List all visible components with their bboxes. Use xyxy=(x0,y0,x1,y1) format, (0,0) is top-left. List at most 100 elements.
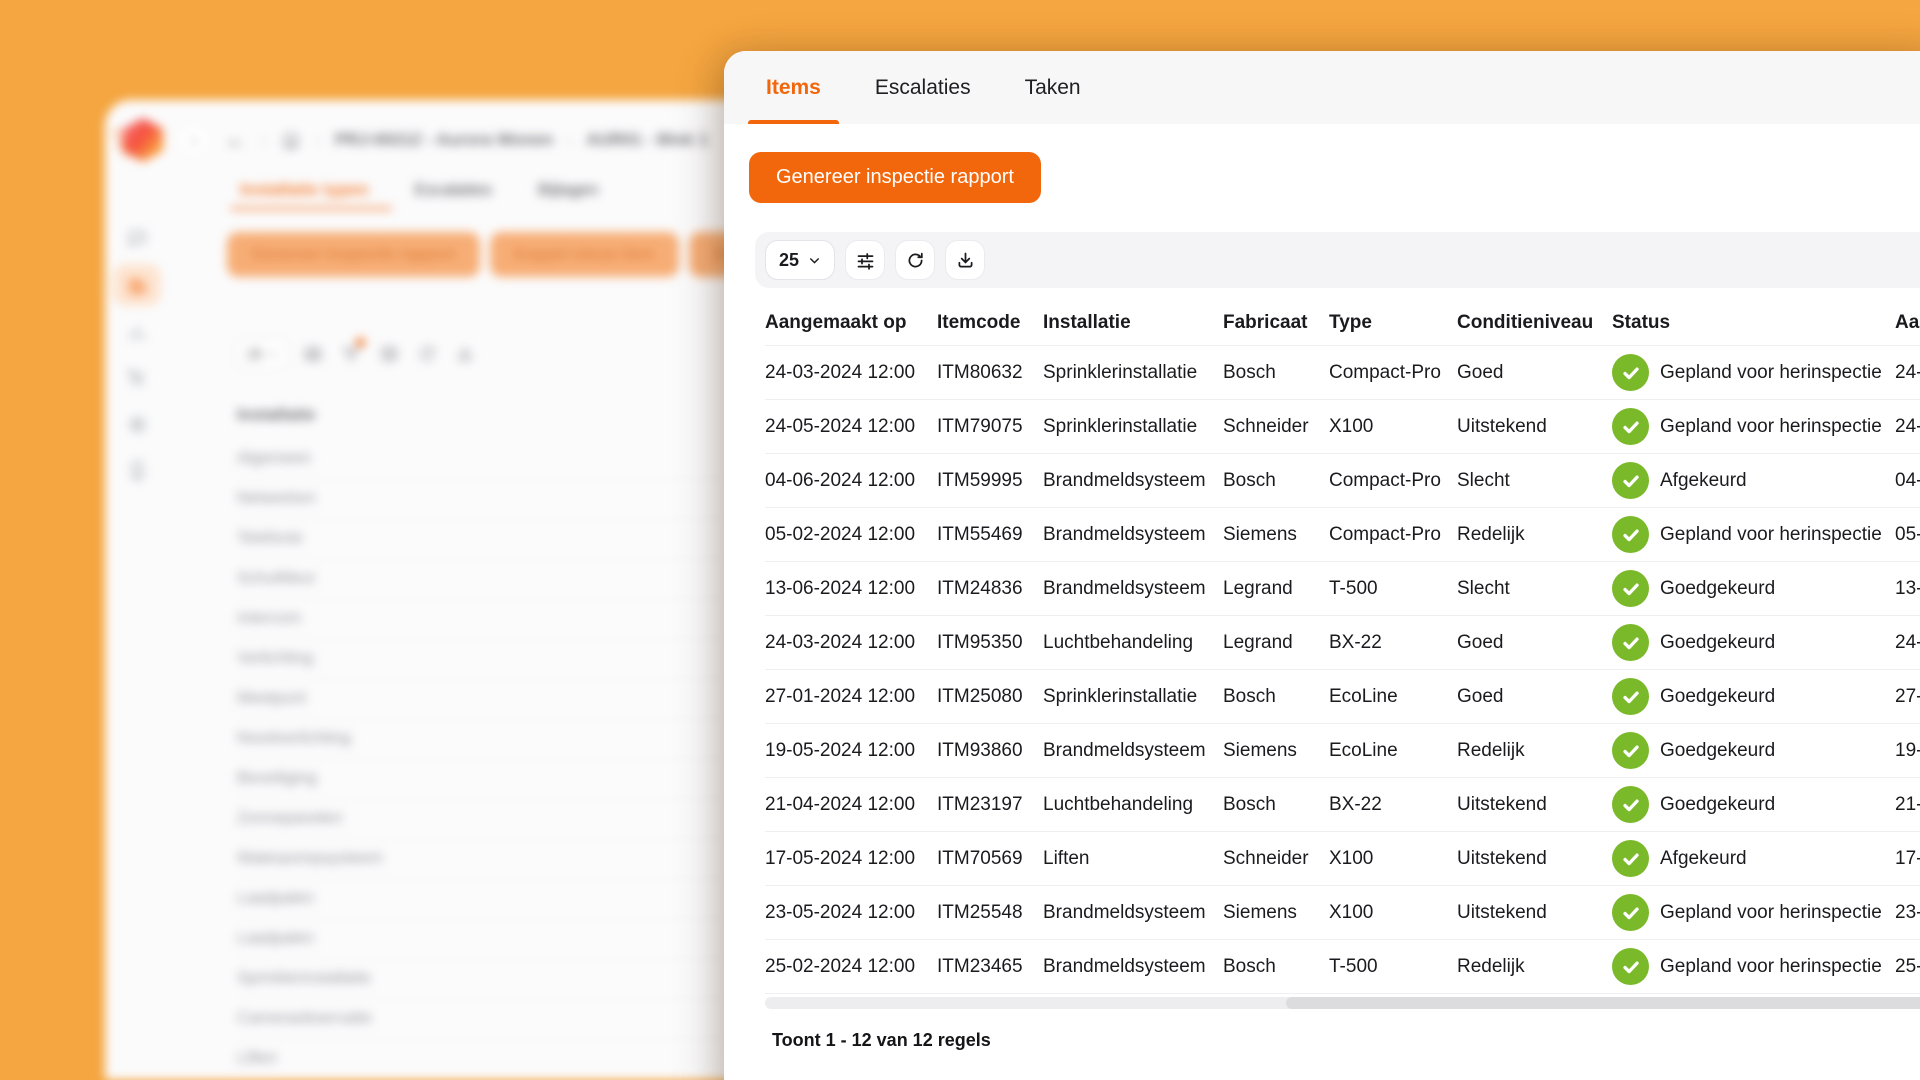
column-header[interactable]: Type xyxy=(1329,312,1457,334)
app-header: › ← › › PRJ-0021Z - Aurora Wonen › AUR01… xyxy=(115,112,708,168)
tab-taken[interactable]: Taken xyxy=(1007,51,1099,124)
table-cell: T-500 xyxy=(1329,956,1457,978)
table-cell: 24-03-2024 12:00 xyxy=(765,362,937,384)
breadcrumb-separator: › xyxy=(567,132,572,149)
gear-icon[interactable] xyxy=(115,404,159,444)
table-cell: Bosch xyxy=(1223,470,1329,492)
buildings-icon[interactable] xyxy=(113,264,161,306)
list-item[interactable]: Beveiliging xyxy=(237,758,757,798)
list-item[interactable]: Noodverlichting xyxy=(237,718,757,758)
table-cell: ITM95350 xyxy=(937,632,1043,654)
table-cell: Redelijk xyxy=(1457,524,1612,546)
genereer-inspectie-rapport-button[interactable]: Genereer inspectie rapport xyxy=(227,232,480,277)
list-item[interactable]: Zonnepanelen xyxy=(237,798,757,838)
table-cell: 24-05-2024 12:00 xyxy=(765,416,937,438)
chart-icon[interactable] xyxy=(115,312,159,352)
koppel-nieuw-item-button[interactable]: Koppel nieuw item xyxy=(490,232,679,277)
column-header[interactable]: Installatie xyxy=(1043,312,1223,334)
app-sidebar xyxy=(105,218,169,490)
scrollbar-thumb[interactable] xyxy=(1286,997,1920,1009)
table-row[interactable]: 24-03-2024 12:00ITM80632Sprinklerinstall… xyxy=(765,346,1920,400)
breadcrumb-project[interactable]: PRJ-0021Z - Aurora Wonen xyxy=(335,130,553,150)
sidebar-collapse-button[interactable]: › xyxy=(177,123,211,157)
status-label: Goedgekeurd xyxy=(1660,686,1775,708)
tab-escalaties[interactable]: Escalaties xyxy=(414,180,491,210)
table-cell: BX-22 xyxy=(1329,632,1457,654)
download-icon[interactable] xyxy=(945,240,985,280)
list-item[interactable]: Netwerken xyxy=(237,478,757,518)
filter-sliders-icon[interactable] xyxy=(845,240,885,280)
table-cell: 21- xyxy=(1895,794,1920,816)
table-cell: Bosch xyxy=(1223,686,1329,708)
table-cell: X100 xyxy=(1329,848,1457,870)
table-cell: ITM23465 xyxy=(937,956,1043,978)
list-item[interactable]: Sprinklerinstallatie xyxy=(237,958,757,998)
status-cell: Goedgekeurd xyxy=(1612,678,1895,715)
table-row[interactable]: 24-05-2024 12:00ITM79075Sprinklerinstall… xyxy=(765,400,1920,454)
table-row[interactable]: 19-05-2024 12:00ITM93860Brandmeldsysteem… xyxy=(765,724,1920,778)
column-header[interactable]: Status xyxy=(1612,312,1895,334)
list-item[interactable]: Intercom xyxy=(237,598,757,638)
column-header[interactable]: Itemcode xyxy=(937,312,1043,334)
refresh-icon[interactable] xyxy=(895,240,935,280)
list-item[interactable]: Schuifdeur xyxy=(237,558,757,598)
table-row[interactable]: 27-01-2024 12:00ITM25080Sprinklerinstall… xyxy=(765,670,1920,724)
table-row[interactable]: 21-04-2024 12:00ITM23197Luchtbehandeling… xyxy=(765,778,1920,832)
filter-icon[interactable] xyxy=(338,341,364,367)
status-check-icon xyxy=(1612,624,1649,661)
horizontal-scrollbar[interactable] xyxy=(765,997,1920,1009)
list-item[interactable]: Laadpalen xyxy=(237,878,757,918)
table-cell: Uitstekend xyxy=(1457,416,1612,438)
table-row[interactable]: 05-02-2024 12:00ITM55469Brandmeldsysteem… xyxy=(765,508,1920,562)
list-item[interactable]: Waterpompsysteem xyxy=(237,838,757,878)
table-row[interactable]: 04-06-2024 12:00ITM59995Brandmeldsysteem… xyxy=(765,454,1920,508)
installatie-list-panel: Installatie AlgemeenNetwerkenTelefonieSc… xyxy=(237,395,757,1080)
table-row[interactable]: 23-05-2024 12:00ITM25548Brandmeldsysteem… xyxy=(765,886,1920,940)
table-cell: ITM80632 xyxy=(937,362,1043,384)
table-cell: Legrand xyxy=(1223,632,1329,654)
list-item[interactable]: Liften xyxy=(237,1038,757,1078)
status-check-icon xyxy=(1612,462,1649,499)
rows-icon[interactable] xyxy=(300,341,326,367)
table-cell: Bosch xyxy=(1223,956,1329,978)
tab-items[interactable]: Items xyxy=(748,51,839,124)
table-cell: Redelijk xyxy=(1457,956,1612,978)
list-item[interactable]: Algemeen xyxy=(237,439,757,478)
table-row[interactable]: 17-05-2024 12:00ITM70569LiftenSchneiderX… xyxy=(765,832,1920,886)
back-arrow-icon[interactable]: ← xyxy=(225,127,247,153)
list-item[interactable]: Telefonie xyxy=(237,518,757,558)
list-item[interactable]: Cameraobservatie xyxy=(237,998,757,1038)
tab-bijlagen[interactable]: Bijlagen xyxy=(538,180,599,210)
list-item[interactable]: Verlichting xyxy=(237,638,757,678)
status-check-icon xyxy=(1612,786,1649,823)
column-header[interactable]: Aa xyxy=(1895,312,1920,334)
tools-icon[interactable] xyxy=(115,358,159,398)
table-row[interactable]: 13-06-2024 12:00ITM24836Brandmeldsysteem… xyxy=(765,562,1920,616)
list-item[interactable]: Laadpalen xyxy=(237,918,757,958)
tab-installatie-typen[interactable]: Installatie typen xyxy=(240,180,368,210)
genereer-inspectie-rapport-button[interactable]: Genereer inspectie rapport xyxy=(749,152,1041,203)
table-row[interactable]: 24-03-2024 12:00ITM95350Luchtbehandeling… xyxy=(765,616,1920,670)
status-cell: Gepland voor herinspectie xyxy=(1612,408,1895,445)
table-cell: 24- xyxy=(1895,362,1920,384)
column-header[interactable]: Aangemaakt op xyxy=(765,312,937,334)
columns-icon[interactable] xyxy=(376,341,402,367)
download-icon[interactable] xyxy=(452,341,478,367)
column-header[interactable]: Fabricaat xyxy=(1223,312,1329,334)
table-cell: EcoLine xyxy=(1329,740,1457,762)
status-label: Gepland voor herinspectie xyxy=(1660,956,1882,978)
column-header[interactable]: Conditieniveau xyxy=(1457,312,1612,334)
table-cell: X100 xyxy=(1329,902,1457,924)
phone-icon[interactable] xyxy=(115,450,159,490)
page-size-select[interactable]: 25 xyxy=(237,339,288,369)
table-cell: Goed xyxy=(1457,686,1612,708)
list-item[interactable]: Meetpunt xyxy=(237,678,757,718)
chat-icon[interactable] xyxy=(115,218,159,258)
breadcrumb-block[interactable]: AUR01 - Blok 1 xyxy=(586,130,708,150)
table-row[interactable]: 25-02-2024 12:00ITM23465Brandmeldsysteem… xyxy=(765,940,1920,994)
page-size-select[interactable]: 25 xyxy=(765,240,835,280)
home-icon[interactable] xyxy=(280,129,302,151)
table-cell: Legrand xyxy=(1223,578,1329,600)
tab-escalaties[interactable]: Escalaties xyxy=(857,51,989,124)
refresh-icon[interactable] xyxy=(414,341,440,367)
